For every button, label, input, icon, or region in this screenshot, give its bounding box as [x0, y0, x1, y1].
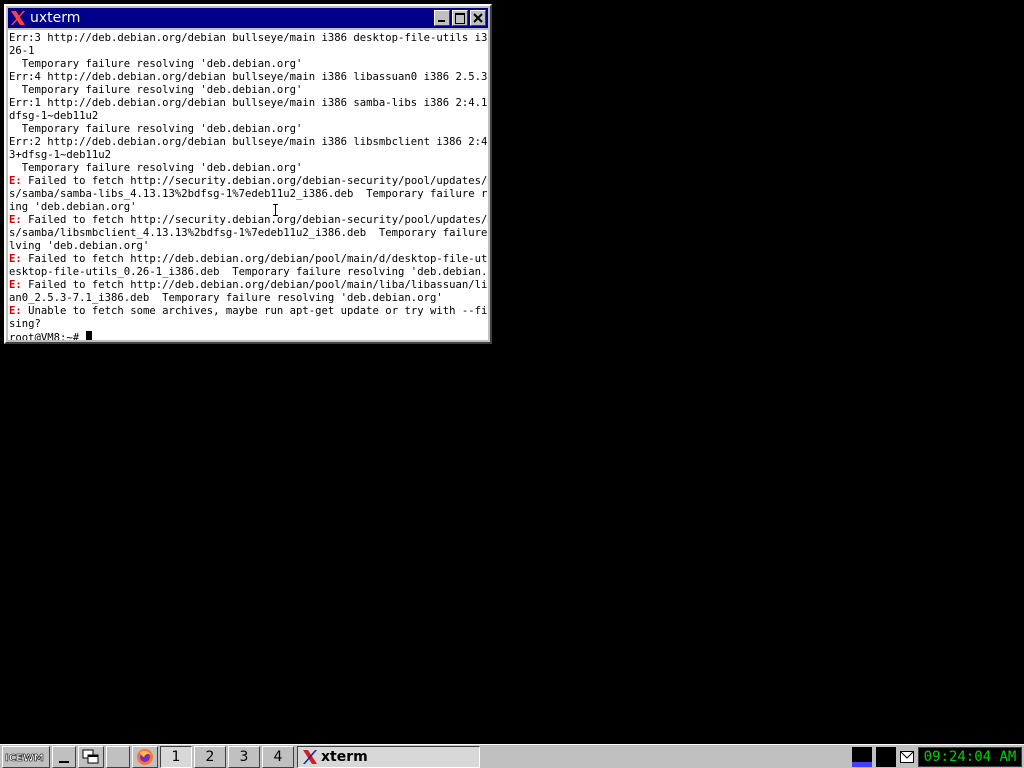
minimize-icon	[438, 20, 445, 22]
terminal-line: Err:2 http://deb.debian.org/debian bulls…	[9, 136, 488, 148]
minimize-all-button[interactable]	[52, 746, 76, 768]
show-desktop-icon	[111, 750, 125, 764]
show-desktop-button[interactable]	[106, 746, 130, 768]
maximize-button[interactable]	[452, 10, 468, 26]
terminal-line: sing?	[9, 318, 41, 330]
workspace-2-label: 2	[205, 749, 215, 765]
terminal-line: E: Failed to fetch http://security.debia…	[9, 175, 488, 187]
error-prefix: E:	[9, 253, 22, 265]
terminal-line: s/samba/libsmbclient_4.13.13%2bdfsg-1%7e…	[9, 227, 488, 239]
xterm-x-icon	[303, 750, 317, 764]
terminal-line: Err:1 http://deb.debian.org/debian bulls…	[9, 97, 488, 109]
xterm-window[interactable]: uxterm Err:3 http://deb.debian.org/debia…	[4, 4, 492, 344]
workspace-1-button[interactable]: 1	[160, 746, 192, 768]
start-menu-icon: ICEWM	[3, 748, 49, 766]
terminal-line: an0_2.5.3-7.1_i386.deb Temporary failure…	[9, 292, 443, 304]
workspace-4-button[interactable]: 4	[262, 746, 294, 768]
terminal-line: ing 'deb.debian.org'	[9, 201, 137, 213]
svg-text:ICEWM: ICEWM	[5, 753, 44, 764]
cpu-monitor-icon[interactable]	[852, 747, 872, 767]
window-list-icon	[82, 749, 99, 764]
error-prefix: E:	[9, 175, 22, 187]
workspace-3-label: 3	[239, 749, 249, 765]
net-monitor-icon[interactable]	[876, 747, 896, 767]
error-prefix: E:	[9, 279, 22, 291]
terminal-line: Err:3 http://deb.debian.org/debian bulls…	[9, 32, 488, 44]
mail-icon	[900, 751, 914, 763]
terminal-line: Temporary failure resolving 'deb.debian.…	[9, 84, 303, 96]
minimize-button[interactable]	[434, 10, 450, 26]
workspace-1-label: 1	[171, 749, 181, 765]
terminal-line: E: Failed to fetch http://deb.debian.org…	[9, 253, 488, 265]
close-icon	[473, 13, 483, 23]
mail-button[interactable]	[898, 746, 916, 768]
terminal-line: 26-1	[9, 45, 35, 57]
minimize-all-icon	[59, 761, 69, 763]
error-prefix: E:	[9, 214, 22, 226]
window-list-button[interactable]	[78, 746, 104, 768]
start-menu-button[interactable]: ICEWM	[2, 746, 50, 768]
error-prefix: E:	[9, 305, 22, 317]
terminal-line: Temporary failure resolving 'deb.debian.…	[9, 162, 303, 174]
close-button[interactable]	[470, 10, 486, 26]
maximize-icon	[455, 13, 465, 24]
firefox-launcher[interactable]	[132, 746, 158, 768]
workspace-2-button[interactable]: 2	[194, 746, 226, 768]
workspace-4-label: 4	[273, 749, 283, 765]
terminal-line: esktop-file-utils_0.26-1_i386.deb Tempor…	[9, 266, 488, 278]
terminal-line: E: Unable to fetch some archives, maybe …	[9, 305, 488, 317]
shell-prompt[interactable]: root@VM8:~#	[9, 331, 488, 340]
terminal-line: lving 'deb.debian.org'	[9, 240, 150, 252]
terminal-output[interactable]: Err:3 http://deb.debian.org/debian bulls…	[8, 30, 488, 340]
clock[interactable]: 09:24:04 AM	[918, 747, 1022, 767]
taskbar: ICEWM 1 2 3 4 xterm 09:24:04 AM	[0, 744, 1024, 768]
firefox-icon	[137, 749, 153, 765]
window-titlebar[interactable]: uxterm	[8, 8, 488, 28]
terminal-line: Temporary failure resolving 'deb.debian.…	[9, 123, 303, 135]
workspace-3-button[interactable]: 3	[228, 746, 260, 768]
xterm-x-icon	[10, 10, 26, 26]
window-title: uxterm	[30, 10, 81, 26]
terminal-cursor	[85, 331, 92, 340]
terminal-line: Err:4 http://deb.debian.org/debian bulls…	[9, 71, 488, 83]
text-cursor-ibeam	[273, 204, 278, 216]
task-button-xterm[interactable]: xterm	[297, 746, 480, 768]
terminal-line: E: Failed to fetch http://security.debia…	[9, 214, 488, 226]
task-label: xterm	[321, 749, 368, 765]
terminal-line: Temporary failure resolving 'deb.debian.…	[9, 58, 303, 70]
terminal-line: s/samba/samba-libs_4.13.13%2bdfsg-1%7ede…	[9, 188, 488, 200]
terminal-line: dfsg-1~deb11u2	[9, 110, 99, 122]
terminal-line: E: Failed to fetch http://deb.debian.org…	[9, 279, 488, 291]
terminal-line: 3+dfsg-1~deb11u2	[9, 149, 112, 161]
